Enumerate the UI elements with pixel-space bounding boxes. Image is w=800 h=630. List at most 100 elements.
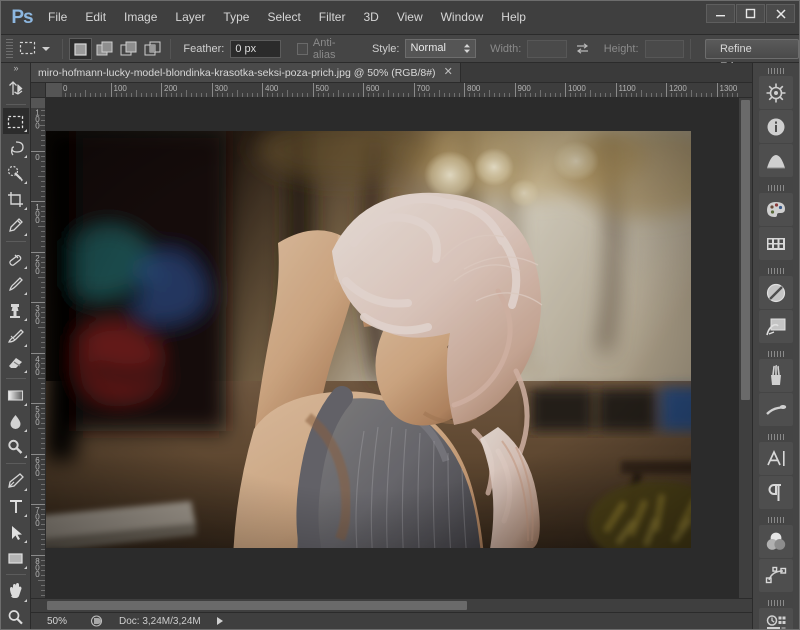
- tool-flyout-indicator[interactable]: [23, 318, 27, 321]
- tool-flyout-indicator[interactable]: [23, 370, 27, 373]
- tool-flyout-indicator[interactable]: [23, 266, 27, 269]
- histogram-panel-button[interactable]: [759, 144, 793, 177]
- menu-item-filter[interactable]: Filter: [310, 6, 355, 29]
- zoom-tool[interactable]: [3, 604, 29, 630]
- subtract-from-selection-button[interactable]: [117, 38, 140, 60]
- document-tab[interactable]: miro-hofmann-lucky-model-blondinka-kraso…: [31, 63, 461, 82]
- tool-flyout-indicator[interactable]: [23, 292, 27, 295]
- vertical-scrollbar-thumb[interactable]: [741, 100, 750, 400]
- swap-arrows-icon[interactable]: [575, 42, 590, 55]
- menu-item-image[interactable]: Image: [115, 6, 166, 29]
- panel-group-grip[interactable]: [767, 268, 785, 274]
- horizontal-scrollbar[interactable]: [31, 598, 752, 612]
- brush-presets-panel-button[interactable]: [759, 393, 793, 426]
- dodge-tool[interactable]: [3, 434, 29, 460]
- actions-panel-button[interactable]: [759, 310, 793, 343]
- color-panel-button[interactable]: [759, 193, 793, 226]
- panel-group-grip[interactable]: [767, 600, 785, 606]
- menu-item-layer[interactable]: Layer: [166, 6, 214, 29]
- adjustments-panel-button[interactable]: [759, 76, 793, 109]
- paths-panel-button[interactable]: [759, 559, 793, 592]
- feather-input[interactable]: 0 px: [230, 39, 281, 58]
- tool-flyout-indicator[interactable]: [23, 566, 27, 569]
- canvas-viewport[interactable]: [46, 98, 738, 598]
- close-icon[interactable]: ✕: [444, 67, 453, 78]
- width-input[interactable]: [527, 39, 567, 58]
- move-tool[interactable]: [3, 75, 29, 101]
- tool-flyout-indicator[interactable]: [23, 429, 27, 432]
- hand-tool[interactable]: [3, 578, 29, 604]
- panel-group-grip[interactable]: [767, 185, 785, 191]
- close-button[interactable]: [766, 4, 795, 23]
- tool-flyout-indicator[interactable]: [23, 129, 27, 132]
- tool-flyout-indicator[interactable]: [23, 233, 27, 236]
- image-canvas[interactable]: [46, 131, 691, 548]
- gradient-tool[interactable]: [3, 382, 29, 408]
- zoom-level[interactable]: 50%: [31, 616, 83, 627]
- vertical-ruler[interactable]: -1000100200300400500600700800900: [31, 98, 46, 598]
- refine-edge-button[interactable]: Refine Edge...: [704, 38, 799, 73]
- menu-item-window[interactable]: Window: [432, 6, 493, 29]
- horizontal-ruler[interactable]: 0 100 200 300 400 500 600 700 800 900 1000 1100 1200…: [46, 83, 738, 98]
- styles-panel-button[interactable]: [759, 276, 793, 309]
- clone-stamp-tool[interactable]: [3, 297, 29, 323]
- intersect-with-selection-button[interactable]: [141, 38, 164, 60]
- horizontal-scrollbar-thumb[interactable]: [47, 601, 467, 610]
- tool-flyout-indicator[interactable]: [23, 540, 27, 543]
- character-panel-button[interactable]: [759, 442, 793, 475]
- tool-preset-caret-icon[interactable]: [42, 46, 51, 51]
- eyedropper-tool[interactable]: [3, 212, 29, 238]
- menu-item-select[interactable]: Select: [258, 6, 309, 29]
- new-selection-button[interactable]: [69, 37, 93, 60]
- menu-item-type[interactable]: Type: [214, 6, 258, 29]
- tool-flyout-indicator[interactable]: [23, 155, 27, 158]
- brushes-panel-button[interactable]: [759, 359, 793, 392]
- type-tool[interactable]: [3, 493, 29, 519]
- tool-flyout-indicator[interactable]: [23, 514, 27, 517]
- crop-tool[interactable]: [3, 186, 29, 212]
- tool-flyout-indicator[interactable]: [23, 181, 27, 184]
- rectangular-marquee-tool[interactable]: [2, 108, 29, 134]
- document-preview-icon[interactable]: [83, 615, 109, 627]
- lasso-tool[interactable]: [3, 134, 29, 160]
- swatches-panel-button[interactable]: [759, 227, 793, 260]
- panel-group-grip[interactable]: [767, 517, 785, 523]
- style-select[interactable]: Normal: [405, 39, 477, 58]
- tool-flyout-indicator[interactable]: [23, 488, 27, 491]
- timeline-panel-button[interactable]: [759, 608, 793, 629]
- spot-healing-brush-tool[interactable]: [3, 245, 29, 271]
- quick-selection-tool[interactable]: [3, 160, 29, 186]
- options-bar-grip[interactable]: [6, 38, 14, 59]
- menu-item-help[interactable]: Help: [492, 6, 535, 29]
- channels-panel-button[interactable]: [759, 525, 793, 558]
- tool-flyout-indicator[interactable]: [23, 207, 27, 210]
- eraser-tool[interactable]: [3, 349, 29, 375]
- tool-flyout-indicator[interactable]: [23, 344, 27, 347]
- paragraph-panel-button[interactable]: [759, 476, 793, 509]
- add-to-selection-button[interactable]: [93, 38, 116, 60]
- tool-flyout-indicator[interactable]: [23, 455, 27, 458]
- anti-alias-checkbox[interactable]: [296, 42, 308, 55]
- vertical-scrollbar[interactable]: [738, 98, 752, 598]
- panel-group-grip[interactable]: [767, 68, 785, 74]
- panel-group-grip[interactable]: [767, 351, 785, 357]
- panel-group-grip[interactable]: [767, 434, 785, 440]
- brush-tool[interactable]: [3, 271, 29, 297]
- height-input[interactable]: [644, 39, 684, 58]
- blur-tool[interactable]: [3, 408, 29, 434]
- ruler-corner[interactable]: [31, 83, 46, 98]
- minimize-button[interactable]: [706, 4, 735, 23]
- path-selection-tool[interactable]: [3, 519, 29, 545]
- maximize-button[interactable]: [736, 4, 765, 23]
- tool-flyout-indicator[interactable]: [23, 403, 27, 406]
- tool-flyout-indicator[interactable]: [23, 599, 27, 602]
- menu-item-view[interactable]: View: [388, 6, 432, 29]
- menu-item-file[interactable]: File: [39, 6, 76, 29]
- tool-preset-picker[interactable]: [16, 38, 38, 60]
- rectangle-shape-tool[interactable]: [3, 545, 29, 571]
- play-arrow-icon[interactable]: [216, 617, 223, 625]
- menu-item-3d[interactable]: 3D: [354, 6, 387, 29]
- history-brush-tool[interactable]: [3, 323, 29, 349]
- menu-item-edit[interactable]: Edit: [76, 6, 115, 29]
- expand-tools-button[interactable]: »: [1, 63, 30, 73]
